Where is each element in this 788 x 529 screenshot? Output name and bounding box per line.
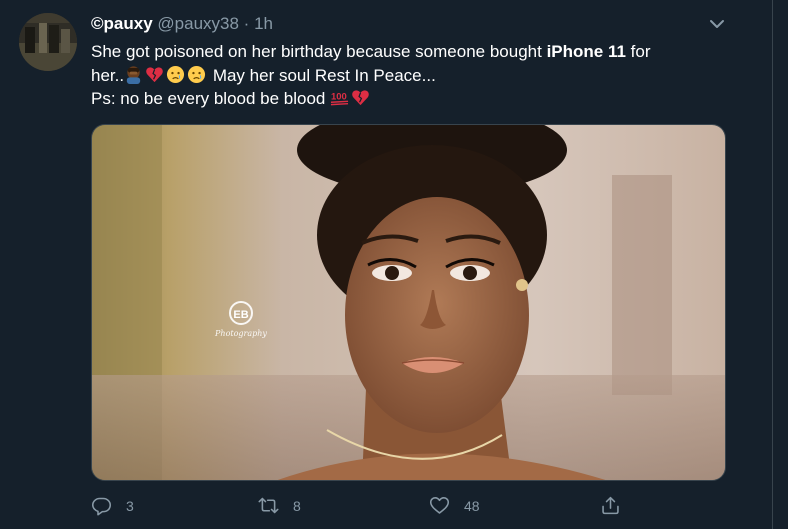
person-facepalming-emoji — [126, 65, 141, 84]
timestamp[interactable]: 1h — [254, 14, 273, 33]
portrait-photo: EB Photography — [92, 125, 725, 480]
user-handle[interactable]: @pauxy38 — [157, 14, 239, 33]
avatar-image — [19, 13, 77, 71]
tweet-line-3: Ps: no be every blood be blood 100 — [91, 87, 751, 111]
svg-text:100: 100 — [331, 91, 347, 102]
tweet-text-segment: She got poisoned on her birthday because… — [91, 42, 547, 61]
tweet-text-segment: Ps: no be every blood be blood — [91, 89, 331, 108]
display-name[interactable]: ©pauxy — [91, 14, 153, 33]
broken-heart-emoji — [146, 66, 163, 82]
tweet-text-segment: her.. — [91, 65, 125, 85]
watermark-script: Photography — [214, 329, 267, 338]
broken-heart-emoji — [352, 90, 369, 106]
tweet-line-1: She got poisoned on her birthday because… — [91, 40, 751, 64]
heart-icon — [429, 497, 450, 514]
reply-count: 3 — [126, 497, 134, 514]
watermark-logo: EB — [233, 309, 248, 321]
timeline-divider — [772, 0, 773, 529]
tweet-text: She got poisoned on her birthday because… — [91, 40, 751, 111]
like-count: 48 — [464, 497, 480, 514]
tweet-line-2: her.. May her soul Rest In Peace... — [91, 64, 751, 88]
hundred-points-emoji: 100 — [331, 91, 349, 106]
tweet-text-bold: iPhone 11 — [546, 42, 626, 61]
separator: · — [243, 14, 250, 33]
chevron-down-icon[interactable] — [707, 14, 727, 34]
like-button[interactable]: 48 — [429, 495, 480, 516]
retweet-button[interactable]: 8 — [258, 495, 301, 516]
tweet-header: ©pauxy @pauxy38 · 1h — [91, 14, 273, 34]
tweet-text-segment: May her soul Rest In Peace... — [208, 65, 436, 85]
crying-face-emoji — [167, 65, 185, 83]
tweet-media-photo[interactable]: EB Photography — [91, 124, 726, 481]
tweet-text-segment: for — [625, 42, 651, 61]
retweet-count: 8 — [293, 497, 301, 514]
retweet-icon — [258, 497, 279, 514]
share-icon — [602, 496, 619, 515]
share-button[interactable] — [600, 495, 621, 516]
reply-icon — [91, 497, 112, 516]
tweet-actions: 3 8 48 — [0, 495, 788, 519]
reply-button[interactable]: 3 — [91, 495, 134, 516]
avatar[interactable] — [19, 13, 77, 71]
crying-face-emoji — [188, 65, 206, 83]
